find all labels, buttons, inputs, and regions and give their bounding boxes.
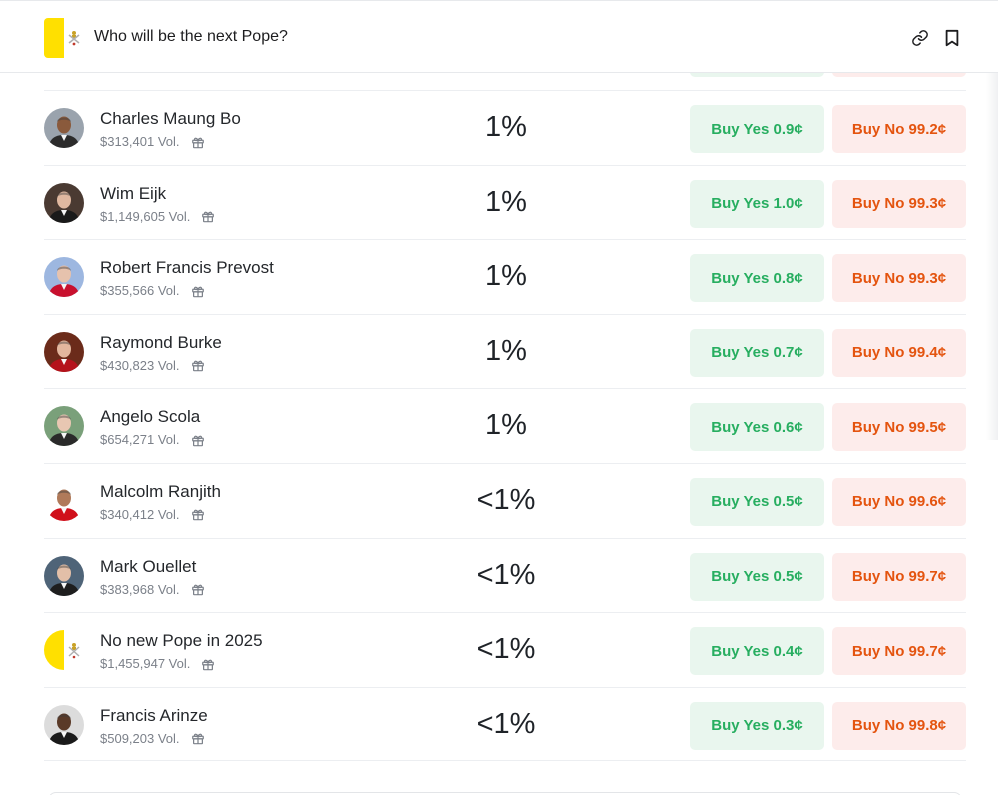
buy-no-button[interactable]: Buy No 99.2¢ (832, 105, 966, 153)
volume-text: $509,203 Vol. (100, 730, 180, 746)
outcome-row[interactable]: Mark Ouellet $383,968 Vol. <1% Buy Yes 0… (44, 537, 966, 613)
candidate-name: Angelo Scola (100, 407, 201, 427)
gift-icon[interactable] (191, 358, 205, 372)
gift-icon[interactable] (191, 433, 205, 447)
chance-percent: 1% (485, 260, 527, 293)
gift-icon[interactable] (191, 507, 205, 521)
candidate-name: Mark Ouellet (100, 556, 197, 576)
vatican-flag-icon (44, 630, 84, 671)
market-page: Who will be the next Pope? Charles Maung… (0, 0, 998, 795)
outcome-row[interactable]: Malcolm Ranjith $340,412 Vol. <1% Buy Ye… (44, 462, 966, 538)
vatican-flag-icon (44, 18, 84, 58)
bookmark-icon[interactable] (942, 28, 962, 48)
chance-percent: 1% (485, 185, 527, 218)
outcome-row[interactable]: Robert Francis Prevost $355,566 Vol. 1% … (44, 239, 966, 314)
gift-icon[interactable] (201, 657, 215, 671)
scroll-shadow (986, 40, 998, 440)
candidate-name: Raymond Burke (100, 332, 222, 352)
gift-icon[interactable] (201, 209, 215, 223)
volume-line: $654,271 Vol. (100, 432, 205, 447)
volume-text: $340,412 Vol. (100, 506, 180, 522)
volume-line: $509,203 Vol. (100, 731, 205, 746)
volume-line: $1,149,605 Vol. (100, 209, 215, 224)
gift-icon[interactable] (191, 582, 205, 596)
buy-yes-button[interactable]: Buy Yes 1.0¢ (690, 179, 824, 228)
buy-no-button[interactable]: Buy No 99.5¢ (832, 403, 966, 452)
gift-icon[interactable] (191, 731, 205, 745)
outcome-row[interactable]: Charles Maung Bo $313,401 Vol. 1% Buy Ye… (44, 90, 966, 165)
candidate-avatar (44, 331, 84, 372)
candidate-name: Malcolm Ranjith (100, 481, 221, 501)
buy-yes-button[interactable]: Buy Yes 0.7¢ (690, 328, 824, 377)
buy-yes-button[interactable]: Buy Yes 0.3¢ (690, 701, 824, 750)
chance-percent: 1% (485, 334, 527, 367)
buy-no-button[interactable]: Buy No 99.4¢ (832, 328, 966, 377)
candidate-avatar (44, 406, 84, 447)
buy-yes-button[interactable]: Buy Yes 0.4¢ (690, 627, 824, 676)
chance-percent: <1% (476, 707, 536, 740)
outcome-list: Charles Maung Bo $313,401 Vol. 1% Buy Ye… (44, 90, 966, 762)
chance-percent: <1% (476, 558, 536, 591)
volume-text: $355,566 Vol. (100, 283, 180, 299)
buy-no-button[interactable]: Buy No 99.3¢ (832, 179, 966, 228)
candidate-name: Francis Arinze (100, 705, 208, 725)
volume-line: $340,412 Vol. (100, 507, 205, 522)
candidate-avatar (44, 257, 84, 298)
buy-yes-button[interactable]: Buy Yes 0.5¢ (690, 477, 824, 526)
chance-percent: <1% (476, 633, 536, 666)
chance-percent: <1% (476, 483, 536, 516)
outcome-row[interactable]: Francis Arinze $509,203 Vol. <1% Buy Yes… (44, 686, 966, 762)
chance-percent: 1% (485, 111, 527, 143)
candidate-name: Charles Maung Bo (100, 109, 241, 128)
buy-yes-button[interactable]: Buy Yes 0.8¢ (690, 254, 824, 303)
outcome-row[interactable]: Angelo Scola $654,271 Vol. 1% Buy Yes 0.… (44, 388, 966, 463)
buy-yes-button[interactable]: Buy Yes 0.9¢ (690, 105, 824, 153)
candidate-name: Wim Eijk (100, 183, 167, 203)
candidate-name: No new Pope in 2025 (100, 631, 263, 651)
candidate-avatar (44, 704, 84, 745)
buy-no-button[interactable]: Buy No 99.3¢ (832, 254, 966, 303)
volume-text: $430,823 Vol. (100, 357, 180, 373)
volume-text: $313,401 Vol. (100, 134, 180, 149)
gift-icon[interactable] (191, 135, 205, 149)
outcome-row[interactable]: No new Pope in 2025 $1,455,947 Vol. <1% … (44, 612, 966, 687)
buy-yes-button[interactable]: Buy Yes 0.5¢ (690, 552, 824, 601)
candidate-avatar (44, 108, 84, 148)
volume-line: $383,968 Vol. (100, 582, 205, 597)
volume-text: $654,271 Vol. (100, 432, 180, 448)
buy-no-button[interactable]: Buy No 99.7¢ (832, 627, 966, 676)
market-header: Who will be the next Pope? (0, 0, 998, 73)
candidate-avatar (44, 182, 84, 223)
buy-no-button[interactable]: Buy No 99.7¢ (832, 552, 966, 601)
buy-no-button[interactable]: Buy No 99.6¢ (832, 477, 966, 526)
volume-text: $1,455,947 Vol. (100, 656, 191, 672)
volume-line: $430,823 Vol. (100, 358, 205, 373)
volume-text: $383,968 Vol. (100, 581, 180, 597)
buy-yes-button[interactable]: Buy Yes 0.6¢ (690, 403, 824, 452)
gift-icon[interactable] (191, 284, 205, 298)
candidate-avatar (44, 480, 84, 521)
outcome-row[interactable]: Wim Eijk $1,149,605 Vol. 1% Buy Yes 1.0¢… (44, 164, 966, 240)
outcome-row[interactable]: Raymond Burke $430,823 Vol. 1% Buy Yes 0… (44, 313, 966, 389)
volume-line: $1,455,947 Vol. (100, 656, 215, 671)
page-title: Who will be the next Pope? (94, 28, 288, 45)
volume-line: $355,566 Vol. (100, 283, 205, 298)
volume-line: $313,401 Vol. (100, 134, 205, 149)
link-icon[interactable] (910, 28, 930, 48)
candidate-avatar (44, 555, 84, 596)
chance-percent: 1% (485, 409, 527, 442)
candidate-name: Robert Francis Prevost (100, 258, 274, 278)
volume-text: $1,149,605 Vol. (100, 208, 191, 224)
buy-no-button[interactable]: Buy No 99.8¢ (832, 701, 966, 750)
